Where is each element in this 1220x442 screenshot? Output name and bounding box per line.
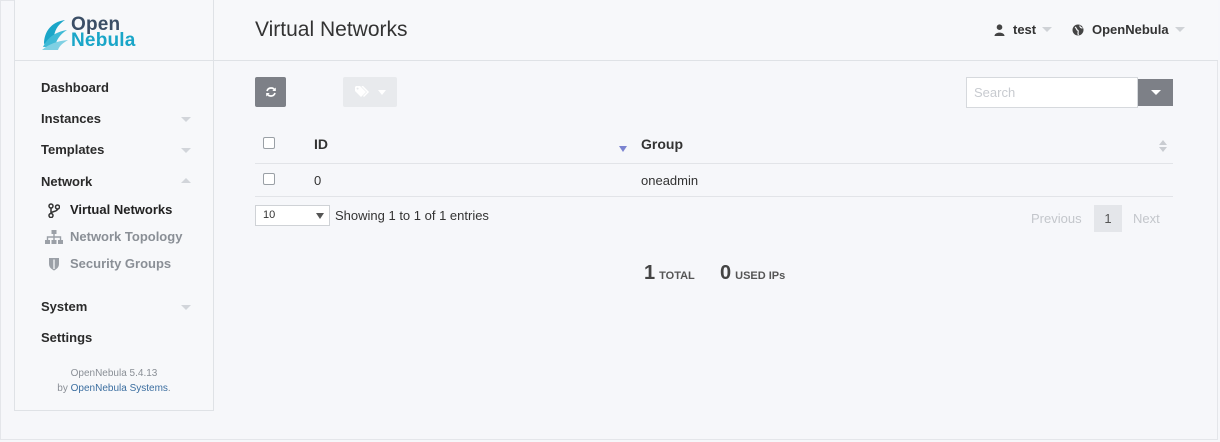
zone-menu[interactable]: OpenNebula [1072, 22, 1185, 37]
sidebar-item-network-topology[interactable]: Network Topology [45, 227, 205, 247]
chevron-down-icon [377, 89, 386, 95]
nebula-logo-icon [42, 20, 68, 50]
sidebar-item-settings[interactable]: Settings [41, 328, 191, 348]
refresh-icon [265, 87, 276, 97]
pagination-previous[interactable]: Previous [1031, 211, 1082, 226]
sidebar-item-label: Network [41, 174, 93, 189]
tags-icon [354, 86, 369, 98]
column-header-id[interactable]: ID [314, 136, 328, 152]
sidebar-item-label: Dashboard [41, 80, 109, 95]
sidebar-subitem-label: Network Topology [70, 229, 183, 244]
by-text: by [57, 383, 68, 394]
shield-icon [45, 256, 63, 272]
used-ips-label: USED IPs [735, 270, 786, 282]
sidebar-item-system[interactable]: System [41, 297, 191, 317]
cell-id: 0 [314, 173, 322, 188]
user-menu[interactable]: test [994, 22, 1053, 37]
branch-icon [45, 202, 63, 218]
pagination-page-1[interactable]: 1 [1094, 205, 1122, 232]
opennebula-logo[interactable]: Open Nebula [41, 15, 136, 51]
table-row[interactable]: 0 oneadmin [255, 164, 1173, 197]
sidebar-footer: OpenNebula 5.4.13 by OpenNebula Systems. [15, 366, 213, 396]
chevron-down-icon [1150, 90, 1161, 95]
chevron-down-icon [181, 117, 191, 122]
sort-desc-icon [619, 146, 627, 152]
sidebar-item-dashboard[interactable]: Dashboard [41, 78, 191, 98]
page-title: Virtual Networks [255, 18, 408, 41]
sidebar-subitem-label: Virtual Networks [70, 202, 173, 217]
chevron-down-icon [316, 213, 324, 219]
sidebar-item-network[interactable]: Network [41, 172, 191, 192]
sidebar-item-label: Settings [41, 330, 93, 345]
table-header: ID Group [255, 127, 1173, 164]
sort-both-icon [1159, 140, 1167, 152]
pagination-next[interactable]: Next [1133, 211, 1160, 226]
sidebar: Open Nebula Dashboard Instances Template… [14, 0, 214, 411]
sidebar-item-label: Templates [41, 142, 105, 157]
refresh-button[interactable] [255, 77, 286, 107]
user-name: test [1013, 22, 1037, 37]
chevron-down-icon [181, 305, 191, 310]
sidebar-item-templates[interactable]: Templates [41, 140, 191, 160]
sidebar-item-label: System [41, 299, 88, 314]
page-length-value: 10 [263, 209, 276, 221]
used-ips-stat: 0 USED IPs [720, 262, 785, 285]
entries-info: Showing 1 to 1 of 1 entries [335, 208, 489, 223]
globe-icon [1072, 24, 1084, 36]
logo-text-nebula: Nebula [71, 30, 136, 51]
user-icon [994, 23, 1005, 36]
sidebar-item-label: Instances [41, 111, 101, 126]
search-input[interactable] [966, 77, 1138, 108]
total-stat: 1 TOTAL [644, 262, 695, 285]
zone-name: OpenNebula [1092, 22, 1169, 37]
sidebar-item-instances[interactable]: Instances [41, 109, 191, 129]
company-suffix: . [167, 383, 171, 394]
version-text: OpenNebula 5.4.13 [70, 368, 158, 379]
select-all-checkbox[interactable] [263, 137, 275, 149]
virtual-networks-table: ID Group 0 oneadmin [255, 127, 1173, 197]
sitemap-icon [45, 229, 63, 245]
sidebar-item-virtual-networks[interactable]: Virtual Networks [45, 200, 205, 220]
chevron-down-icon [181, 148, 191, 153]
top-header: Virtual Networks test OpenNebula [214, 0, 1218, 61]
sidebar-subitem-label: Security Groups [70, 256, 172, 271]
total-label: TOTAL [659, 270, 695, 282]
company-link[interactable]: OpenNebula Systems [71, 383, 168, 394]
chevron-down-icon [1042, 27, 1053, 32]
chevron-down-icon [1174, 27, 1185, 32]
search-options-button[interactable] [1138, 79, 1173, 106]
column-header-group[interactable]: Group [641, 136, 683, 152]
row-checkbox[interactable] [263, 173, 275, 185]
labels-dropdown-button[interactable] [343, 77, 397, 107]
page-length-select[interactable]: 10 [255, 205, 330, 226]
used-ips-value: 0 [720, 262, 732, 284]
sidebar-item-security-groups[interactable]: Security Groups [45, 254, 205, 274]
chevron-up-icon [181, 178, 191, 183]
total-value: 1 [644, 262, 656, 284]
logo-area: Open Nebula [15, 0, 213, 61]
cell-group: oneadmin [641, 173, 699, 188]
